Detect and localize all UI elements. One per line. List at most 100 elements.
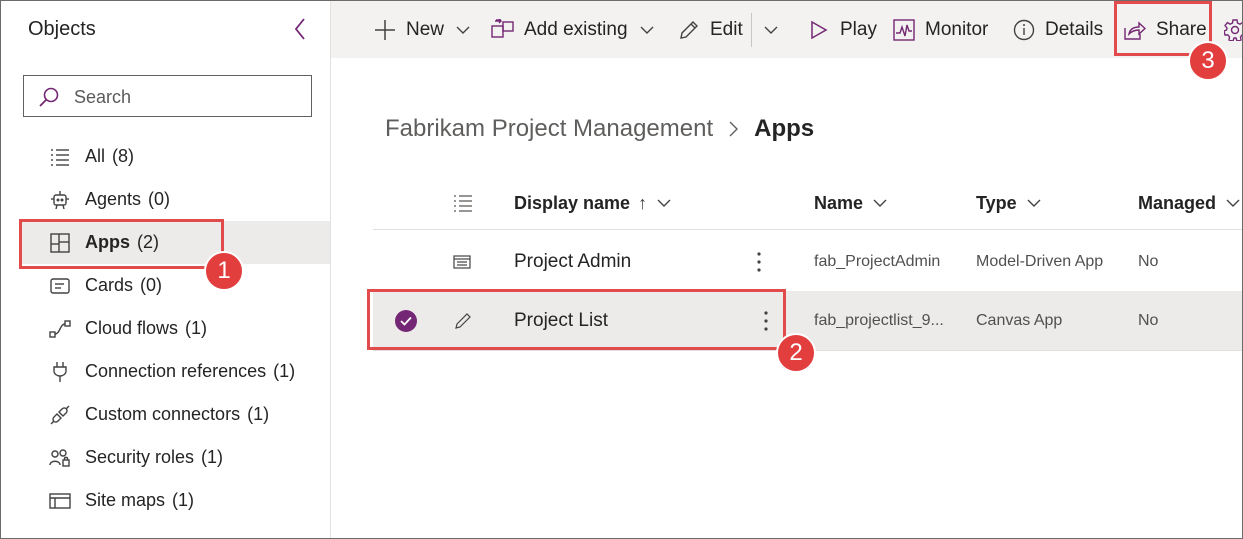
play-label: Play xyxy=(840,18,877,40)
breadcrumb-current: Apps xyxy=(754,115,815,142)
chevron-left-icon xyxy=(294,18,305,40)
list-icon xyxy=(453,193,473,213)
app-managed: No xyxy=(1138,311,1159,329)
app-type: Model-Driven App xyxy=(976,252,1104,270)
callout-badge: 1 xyxy=(204,251,244,291)
table-row[interactable]: Project Admin fab_ProjectAdmin Model-Dri… xyxy=(373,232,1242,292)
callout-badge: 2 xyxy=(776,333,816,373)
sidebar-item-custom-connectors[interactable]: Custom connectors (1) xyxy=(19,393,330,436)
sidebar-item-count: (1) xyxy=(185,318,208,338)
chevron-down-icon xyxy=(1226,199,1240,207)
add-existing-label: Add existing xyxy=(524,18,628,40)
sidebar-item-label: Security roles xyxy=(85,447,195,467)
search-box[interactable] xyxy=(23,75,312,117)
flow-icon xyxy=(49,318,71,340)
add-existing-button[interactable]: Add existing xyxy=(491,1,654,58)
sidebar-item-label: Custom connectors xyxy=(85,404,241,424)
sidebar-item-count: (0) xyxy=(140,275,163,295)
column-header-type[interactable]: Type xyxy=(976,177,1041,229)
monitor-label: Monitor xyxy=(925,18,989,40)
card-icon xyxy=(49,275,71,297)
details-button[interactable]: Details xyxy=(1012,1,1103,58)
table-header: Display name ↑ Name Type Managed xyxy=(373,177,1242,230)
connector-icon xyxy=(49,404,71,426)
sidebar-item-count: (1) xyxy=(273,361,296,381)
monitor-icon xyxy=(892,18,916,42)
sidebar-item-label: Cloud flows xyxy=(85,318,179,338)
sidebar-item-label: Agents xyxy=(85,189,142,209)
model-driven-app-icon xyxy=(453,232,471,291)
chevron-right-icon xyxy=(729,121,739,137)
play-button[interactable]: Play xyxy=(807,1,877,58)
app-name: fab_ProjectAdmin xyxy=(814,252,941,270)
sidebar-item-connection-references[interactable]: Connection references (1) xyxy=(19,350,330,393)
sidebar-item-label: Site maps xyxy=(85,490,166,510)
info-icon xyxy=(1012,18,1036,42)
sidebar-item-agents[interactable]: Agents (0) xyxy=(19,178,330,221)
breadcrumb: Fabrikam Project Management Apps xyxy=(385,115,814,143)
toolbar-divider xyxy=(751,13,752,47)
new-label: New xyxy=(406,18,445,40)
sort-ascending-icon: ↑ xyxy=(638,192,648,213)
play-icon xyxy=(807,18,831,42)
plus-icon xyxy=(373,18,397,42)
sidebar-item-all[interactable]: All (8) xyxy=(19,135,330,178)
search-input[interactable] xyxy=(72,84,301,110)
sidebar-item-count: (1) xyxy=(247,404,270,424)
objects-sidebar: Objects All (8) Agents (0) Apps (2) xyxy=(1,1,331,538)
callout-badge: 3 xyxy=(1188,41,1228,81)
chevron-down-icon xyxy=(456,26,470,34)
chevron-down-icon xyxy=(764,26,778,34)
sidebar-title: Objects xyxy=(28,18,96,40)
sidebar-item-label: Connection references xyxy=(85,361,267,381)
sidebar-item-cards[interactable]: Cards (0) xyxy=(19,264,330,307)
sidebar-item-label: Cards xyxy=(85,275,134,295)
app-managed: No xyxy=(1138,252,1159,270)
command-bar: New Add existing Edit Play Monitor Detai… xyxy=(331,1,1242,58)
app-window: Objects All (8) Agents (0) Apps (2) xyxy=(0,0,1243,539)
app-type: Canvas App xyxy=(976,311,1063,329)
chevron-down-icon xyxy=(1027,199,1041,207)
column-header-display-name[interactable]: Display name ↑ xyxy=(514,177,671,229)
plug-icon xyxy=(49,361,71,383)
sidebar-item-count: (0) xyxy=(148,189,171,209)
column-header-name[interactable]: Name xyxy=(814,177,887,229)
bot-icon xyxy=(49,189,71,211)
callout-highlight-project-list xyxy=(367,289,786,350)
column-header-managed[interactable]: Managed xyxy=(1138,177,1240,229)
gear-icon xyxy=(1224,18,1242,41)
sidebar-item-count: (1) xyxy=(172,490,195,510)
column-label: Name xyxy=(814,192,864,213)
people-icon xyxy=(49,447,71,469)
chevron-down-icon xyxy=(640,26,654,34)
app-display-name[interactable]: Project Admin xyxy=(514,232,631,291)
settings-button[interactable] xyxy=(1224,1,1242,58)
more-commands-button[interactable] xyxy=(764,1,778,58)
app-name: fab_projectlist_9... xyxy=(814,311,944,329)
add-existing-icon xyxy=(491,18,515,42)
list-icon xyxy=(49,146,71,168)
column-label: Managed xyxy=(1138,192,1217,213)
pencil-icon xyxy=(677,18,701,42)
column-label: Type xyxy=(976,192,1017,213)
sidebar-item-label: All xyxy=(85,146,106,166)
monitor-button[interactable]: Monitor xyxy=(892,1,988,58)
sidebar-item-site-maps[interactable]: Site maps (1) xyxy=(19,479,330,522)
search-icon xyxy=(39,87,59,107)
callout-highlight-apps xyxy=(19,219,224,269)
sidebar-item-count: (8) xyxy=(112,146,135,166)
details-label: Details xyxy=(1045,18,1104,40)
sidebar-item-count: (1) xyxy=(201,447,224,467)
new-button[interactable]: New xyxy=(373,1,470,58)
column-label: Display name xyxy=(514,192,631,213)
breadcrumb-parent[interactable]: Fabrikam Project Management xyxy=(385,115,713,143)
edit-button[interactable]: Edit xyxy=(677,1,743,58)
more-options-button[interactable] xyxy=(757,232,761,291)
collapse-sidebar-button[interactable] xyxy=(289,17,311,41)
chevron-down-icon xyxy=(657,199,671,207)
sidebar-item-cloud-flows[interactable]: Cloud flows (1) xyxy=(19,307,330,350)
chevron-down-icon xyxy=(873,199,887,207)
sidebar-item-security-roles[interactable]: Security roles (1) xyxy=(19,436,330,479)
column-options-button[interactable] xyxy=(453,177,473,229)
edit-label: Edit xyxy=(710,18,743,40)
